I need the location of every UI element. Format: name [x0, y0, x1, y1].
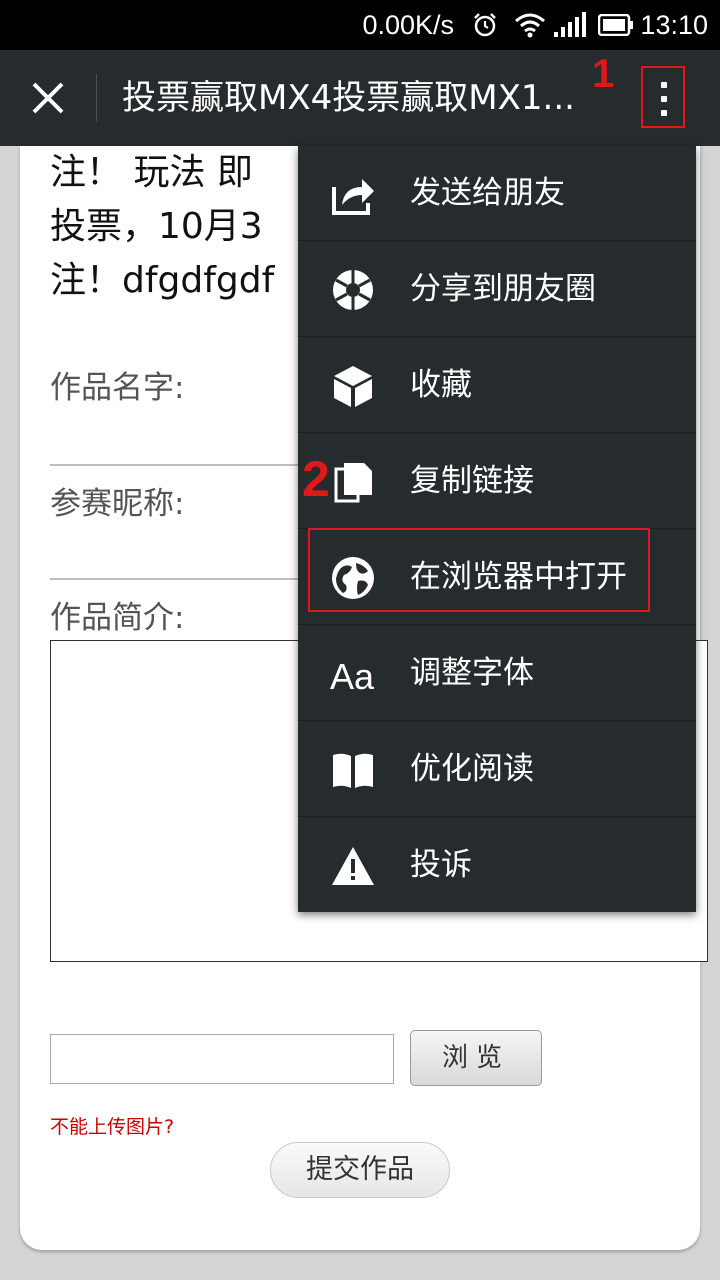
clock-time: 13:10: [640, 10, 708, 40]
menu-item-label: 发送给朋友: [410, 175, 565, 211]
menu-item-label: 优化阅读: [410, 751, 534, 787]
menu-item-share-moments[interactable]: 分享到朋友圈: [298, 242, 696, 337]
share-arrow-icon: [332, 179, 374, 215]
browse-button[interactable]: 浏览: [410, 1030, 542, 1086]
upload-help-link[interactable]: 不能上传图片?: [50, 1112, 174, 1139]
close-icon[interactable]: [28, 78, 68, 118]
intro-field-label: 作品简介:: [50, 600, 185, 636]
menu-item-copy-link[interactable]: 复制链接: [298, 434, 696, 529]
svg-text:Aa: Aa: [330, 656, 375, 697]
annotation-marker-1: 1: [592, 52, 615, 96]
alarm-icon: [474, 13, 496, 37]
page-title: 投票赢取MX4投票赢取MX1...: [122, 78, 575, 118]
status-bar: 0.00K/s 13:10: [0, 0, 720, 50]
annotation-highlight-box: [308, 528, 650, 612]
signal-icon: [554, 12, 586, 37]
wifi-icon: [515, 13, 545, 38]
menu-item-favorite[interactable]: 收藏: [298, 338, 696, 433]
battery-icon: [598, 14, 633, 36]
menu-item-label: 分享到朋友圈: [410, 271, 596, 307]
more-menu-button[interactable]: [641, 66, 685, 128]
menu-item-label: 调整字体: [410, 655, 534, 691]
annotation-marker-2: 2: [302, 451, 330, 507]
nickname-label: 参赛昵称:: [50, 486, 185, 522]
work-name-label: 作品名字:: [50, 370, 185, 406]
submit-button[interactable]: 提交作品: [270, 1142, 450, 1198]
menu-item-report[interactable]: 投诉: [298, 818, 696, 913]
aperture-icon: [333, 270, 373, 310]
cube-icon: [334, 366, 372, 407]
menu-item-send-to-friend[interactable]: 发送给朋友: [298, 146, 696, 241]
more-dot: [661, 96, 667, 102]
font-size-icon: Aa: [330, 656, 375, 697]
more-vertical-icon: [661, 82, 667, 88]
file-path-input[interactable]: [50, 1034, 394, 1084]
toolbar-divider: [96, 74, 97, 122]
network-speed: 0.00K/s: [362, 10, 454, 40]
menu-item-optimize-reading[interactable]: 优化阅读: [298, 722, 696, 817]
menu-item-label: 复制链接: [410, 463, 534, 499]
menu-item-label: 收藏: [410, 367, 472, 403]
menu-item-label: 投诉: [410, 847, 472, 883]
more-dot: [661, 110, 667, 116]
book-icon: [333, 753, 373, 788]
copy-icon: [334, 463, 372, 503]
warning-icon: [332, 847, 374, 885]
menu-item-adjust-font[interactable]: Aa 调整字体: [298, 626, 696, 721]
